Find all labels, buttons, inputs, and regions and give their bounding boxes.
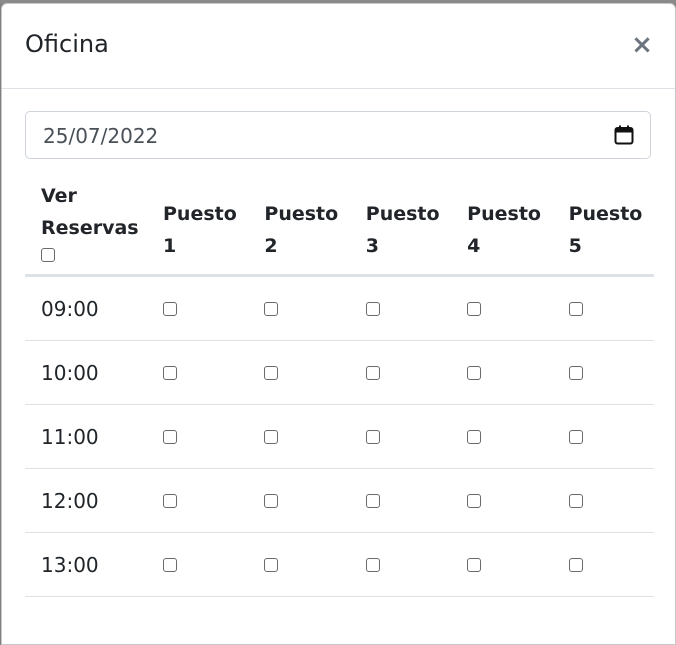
date-input[interactable]: 25/07/2022 — [25, 111, 651, 159]
slot-cell — [349, 275, 452, 341]
slot-cell — [147, 404, 249, 469]
header-label: Puesto — [568, 203, 643, 225]
slot-cell — [349, 468, 452, 533]
slot-cell — [147, 340, 249, 405]
header-ver-label: Ver — [41, 185, 77, 207]
date-value[interactable]: 25/07/2022 — [43, 124, 158, 148]
slot-checkbox[interactable] — [365, 365, 380, 380]
modal-title: Oficina — [25, 30, 109, 58]
header-label: Puesto — [264, 203, 339, 225]
slot-cell — [451, 340, 553, 405]
slot-checkbox[interactable] — [365, 557, 380, 572]
slot-checkbox[interactable] — [365, 429, 380, 444]
slot-checkbox[interactable] — [568, 301, 583, 316]
slot-cell — [248, 532, 350, 597]
slot-cell — [147, 468, 249, 533]
slot-cell — [451, 468, 553, 533]
header-number: 4 — [467, 235, 481, 257]
slot-cell — [349, 532, 452, 597]
slot-checkbox[interactable] — [568, 365, 583, 380]
header-label: Puesto — [467, 203, 541, 225]
header-puesto-2: Puesto 2 — [248, 176, 350, 277]
header-number: 2 — [264, 235, 278, 257]
header-number: 1 — [163, 235, 177, 257]
slot-checkbox[interactable] — [264, 557, 279, 572]
slot-checkbox[interactable] — [467, 301, 482, 316]
slot-checkbox[interactable] — [163, 301, 177, 316]
time-cell: 09:00 — [25, 275, 147, 341]
slot-cell — [248, 340, 350, 405]
slot-cell — [349, 404, 452, 469]
table-header-row: Ver Reservas Puesto 1 Puesto 2 Puesto 3 — [25, 176, 654, 277]
time-cell: 12:00 — [25, 468, 147, 533]
slot-cell — [147, 275, 249, 341]
slot-cell — [552, 532, 654, 597]
slot-checkbox[interactable] — [467, 429, 482, 444]
table-row: 13:00 — [25, 532, 654, 597]
time-cell: 10:00 — [25, 340, 147, 405]
header-puesto-1: Puesto 1 — [147, 176, 249, 277]
table-row: 12:00 — [25, 468, 654, 533]
slot-cell — [248, 275, 350, 341]
slot-cell — [248, 404, 350, 469]
slot-cell — [451, 532, 553, 597]
slot-cell — [451, 404, 553, 469]
time-cell: 13:00 — [25, 532, 147, 597]
slot-checkbox[interactable] — [365, 301, 380, 316]
slot-cell — [552, 404, 654, 469]
slot-checkbox[interactable] — [568, 429, 583, 444]
slot-checkbox[interactable] — [163, 429, 177, 444]
header-puesto-3: Puesto 3 — [349, 176, 452, 277]
slot-checkbox[interactable] — [264, 301, 279, 316]
table-row: 10:00 — [25, 340, 654, 405]
header-ver-reservas: Ver Reservas — [25, 176, 147, 277]
reservations-table: Ver Reservas Puesto 1 Puesto 2 Puesto 3 — [25, 176, 654, 597]
slot-cell — [552, 340, 654, 405]
slot-cell — [451, 275, 553, 341]
header-number: 3 — [365, 235, 380, 257]
calendar-icon[interactable] — [614, 125, 634, 145]
header-puesto-4: Puesto 4 — [451, 176, 553, 277]
slot-checkbox[interactable] — [568, 493, 583, 508]
slot-checkbox[interactable] — [467, 365, 482, 380]
slot-checkbox[interactable] — [264, 429, 279, 444]
time-cell: 11:00 — [25, 404, 147, 469]
slot-checkbox[interactable] — [264, 493, 279, 508]
header-number: 5 — [568, 235, 582, 257]
header-label: Puesto — [163, 203, 237, 225]
modal-header: Oficina × — [2, 4, 675, 89]
slot-cell — [349, 340, 452, 405]
slot-checkbox[interactable] — [163, 493, 177, 508]
slot-checkbox[interactable] — [163, 365, 177, 380]
slot-checkbox[interactable] — [163, 557, 177, 572]
slot-cell — [147, 532, 249, 597]
header-puesto-5: Puesto 5 — [552, 176, 654, 277]
slot-cell — [248, 468, 350, 533]
ver-reservas-checkbox[interactable] — [41, 248, 55, 262]
slot-checkbox[interactable] — [568, 557, 583, 572]
slot-cell — [552, 468, 654, 533]
table-row: 09:00 — [25, 275, 654, 341]
header-label: Puesto — [365, 203, 440, 225]
close-button[interactable]: × — [630, 32, 654, 58]
office-modal: Oficina × 25/07/2022 Ver Reservas Puesto… — [1, 3, 676, 645]
table-row: 11:00 — [25, 404, 654, 469]
slot-checkbox[interactable] — [467, 557, 482, 572]
slot-checkbox[interactable] — [467, 493, 482, 508]
slot-checkbox[interactable] — [264, 365, 279, 380]
slot-cell — [552, 275, 654, 341]
slot-checkbox[interactable] — [365, 493, 380, 508]
header-reservas-label: Reservas — [41, 217, 139, 239]
